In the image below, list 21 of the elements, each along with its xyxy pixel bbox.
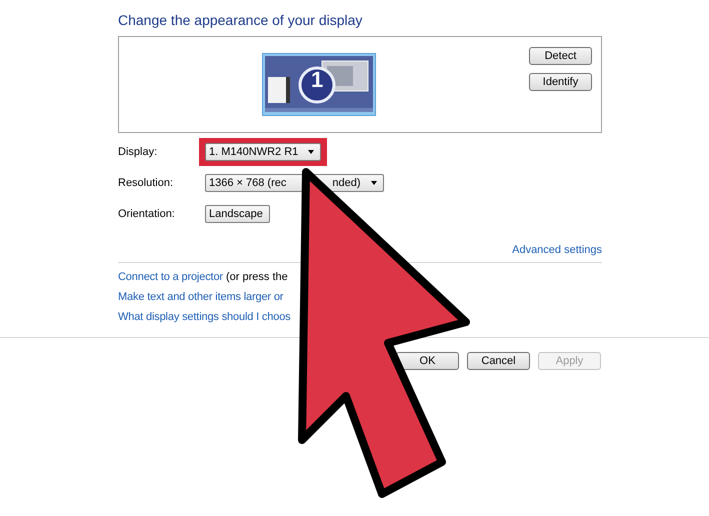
monitor-drawing[interactable]: [262, 53, 376, 116]
dropdown[interactable]: 1. M140NWR2 R1: [205, 143, 322, 161]
dropdown[interactable]: Landscape: [205, 205, 270, 223]
help-link[interactable]: Connect to a projector: [118, 271, 223, 283]
setting-label: Display:: [118, 146, 158, 158]
page-heading: Change the appearance of your display: [118, 12, 362, 28]
advanced-settings-link[interactable]: Advanced settings: [512, 244, 602, 256]
preview-button[interactable]: Identify: [529, 73, 592, 91]
preview-button[interactable]: Detect: [529, 47, 592, 65]
link-suffix-text: (or press the: [224, 271, 288, 283]
dialog-button[interactable]: OK: [396, 352, 459, 370]
help-link[interactable]: Make text and other items larger or: [118, 291, 284, 303]
combo-value-text: 1366 × 768 (rec: [209, 177, 286, 189]
combo-value-text: Landscape: [209, 208, 263, 220]
display-number: 1: [311, 67, 324, 93]
setting-label: Orientation:: [118, 208, 176, 220]
combo-value-text: 1. M140NWR2 R1: [209, 146, 298, 158]
dialog-button[interactable]: Cancel: [467, 352, 530, 370]
combo-value-text: nded): [332, 177, 361, 189]
setting-label: Resolution:: [118, 177, 174, 189]
help-link[interactable]: What display settings should I choos: [118, 311, 291, 323]
